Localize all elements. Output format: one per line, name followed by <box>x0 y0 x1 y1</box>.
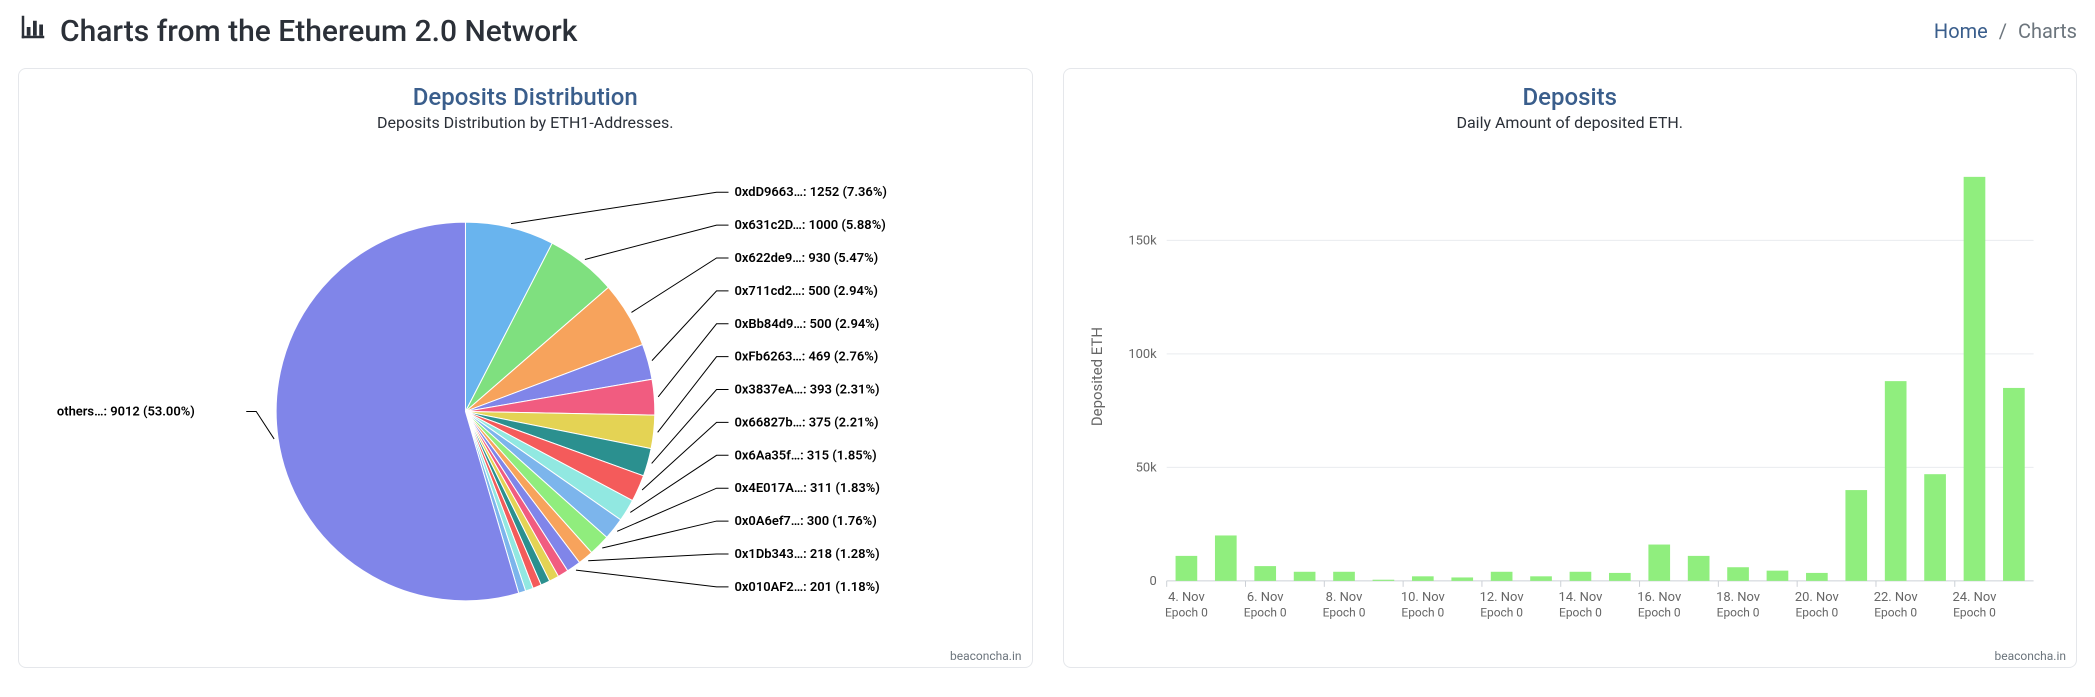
x-tick-label: 12. Nov <box>1479 590 1524 605</box>
x-tick-sublabel: Epoch 0 <box>1716 606 1759 620</box>
pie-slice-label: 0x0A6ef7…: 300 (1.76%) <box>735 514 877 529</box>
y-tick-label: 50k <box>1135 460 1157 475</box>
bar[interactable] <box>1648 545 1670 581</box>
bar[interactable] <box>1530 576 1552 581</box>
bar[interactable] <box>1175 556 1197 581</box>
bar-chart-icon <box>18 12 48 50</box>
x-tick-sublabel: Epoch 0 <box>1795 606 1838 620</box>
bar[interactable] <box>1490 572 1512 581</box>
pie-slice-label: 0x6Aa35f…: 315 (1.85%) <box>735 448 877 463</box>
breadcrumb: Home / Charts <box>1934 19 2077 43</box>
deposits-distribution-pie-chart[interactable]: 0xdD9663…: 1252 (7.36%) 0x631c2D…: 1000 (… <box>37 140 1014 663</box>
bar[interactable] <box>1293 572 1315 581</box>
x-tick-sublabel: Epoch 0 <box>1480 606 1523 620</box>
bar[interactable] <box>1569 572 1591 581</box>
x-tick-sublabel: Epoch 0 <box>1559 606 1602 620</box>
x-tick-sublabel: Epoch 0 <box>1401 606 1444 620</box>
breadcrumb-home-link[interactable]: Home <box>1934 19 1988 43</box>
x-tick-label: 20. Nov <box>1794 590 1839 605</box>
breadcrumb-current: Charts <box>2018 19 2077 43</box>
x-tick-label: 8. Nov <box>1325 590 1362 605</box>
x-tick-label: 22. Nov <box>1873 590 1918 605</box>
x-tick-label: 18. Nov <box>1716 590 1761 605</box>
bar[interactable] <box>1333 572 1355 581</box>
pie-slice-label: 0x3837eA…: 393 (2.31%) <box>735 383 880 398</box>
x-tick-label: 4. Nov <box>1168 590 1205 605</box>
x-tick-label: 6. Nov <box>1246 590 1283 605</box>
bar[interactable] <box>1609 573 1631 581</box>
bar[interactable] <box>1766 571 1788 581</box>
x-tick-label: 16. Nov <box>1637 590 1682 605</box>
bar[interactable] <box>1727 567 1749 581</box>
bar[interactable] <box>1963 177 1985 581</box>
bar[interactable] <box>1254 566 1276 581</box>
card-title: Deposits <box>1082 83 2059 111</box>
x-tick-sublabel: Epoch 0 <box>1322 606 1365 620</box>
x-tick-sublabel: Epoch 0 <box>1874 606 1917 620</box>
bar[interactable] <box>1806 573 1828 581</box>
page-title: Charts from the Ethereum 2.0 Network <box>18 12 577 50</box>
deposits-card: Deposits Daily Amount of deposited ETH. … <box>1063 68 2078 668</box>
y-tick-label: 100k <box>1128 347 1157 362</box>
bar[interactable] <box>2003 388 2025 581</box>
card-subtitle: Deposits Distribution by ETH1-Addresses. <box>37 113 1014 132</box>
pie-slice-label: 0xBb84d9…: 500 (2.94%) <box>735 317 880 332</box>
y-axis-title: Deposited ETH <box>1087 327 1105 426</box>
x-tick-label: 14. Nov <box>1558 590 1603 605</box>
pie-slice-label: 0x711cd2…: 500 (2.94%) <box>735 284 878 299</box>
deposits-bar-chart[interactable]: 050k100k150kDeposited ETH4. NovEpoch 06.… <box>1082 140 2059 663</box>
y-tick-label: 150k <box>1128 233 1157 248</box>
bar[interactable] <box>1924 474 1946 581</box>
x-tick-label: 10. Nov <box>1400 590 1445 605</box>
pie-slice-label: 0x4E017A…: 311 (1.83%) <box>735 481 880 496</box>
bar[interactable] <box>1884 381 1906 581</box>
x-tick-label: 24. Nov <box>1952 590 1997 605</box>
card-title: Deposits Distribution <box>37 83 1014 111</box>
bar[interactable] <box>1687 556 1709 581</box>
x-tick-sublabel: Epoch 0 <box>1165 606 1208 620</box>
chart-credit: beaconcha.in <box>950 649 1022 663</box>
breadcrumb-separator: / <box>1999 19 2007 43</box>
chart-credit: beaconcha.in <box>1994 649 2066 663</box>
bar[interactable] <box>1411 576 1433 581</box>
pie-slice-label: 0x631c2D…: 1000 (5.88%) <box>735 218 886 233</box>
bar[interactable] <box>1845 490 1867 581</box>
bar[interactable] <box>1451 577 1473 580</box>
pie-slice-label: others…: 9012 (53.00%) <box>57 404 195 419</box>
pie-slice-label: 0x622de9…: 930 (5.47%) <box>735 251 879 266</box>
y-tick-label: 0 <box>1149 574 1156 589</box>
pie-slice-label: 0xdD9663…: 1252 (7.36%) <box>735 185 887 200</box>
pie-slice-label: 0x1Db343…: 218 (1.28%) <box>735 547 880 562</box>
deposits-distribution-card: Deposits Distribution Deposits Distribut… <box>18 68 1033 668</box>
pie-slice-label: 0xFb6263…: 469 (2.76%) <box>735 350 879 365</box>
card-subtitle: Daily Amount of deposited ETH. <box>1082 113 2059 132</box>
x-tick-sublabel: Epoch 0 <box>1243 606 1286 620</box>
bar[interactable] <box>1372 580 1394 581</box>
x-tick-sublabel: Epoch 0 <box>1953 606 1996 620</box>
page-title-text: Charts from the Ethereum 2.0 Network <box>60 14 577 49</box>
x-tick-sublabel: Epoch 0 <box>1637 606 1680 620</box>
pie-slice-label: 0x010AF2…: 201 (1.18%) <box>735 580 880 595</box>
pie-slice-label: 0x66827b…: 375 (2.21%) <box>735 415 879 430</box>
bar[interactable] <box>1214 535 1236 580</box>
